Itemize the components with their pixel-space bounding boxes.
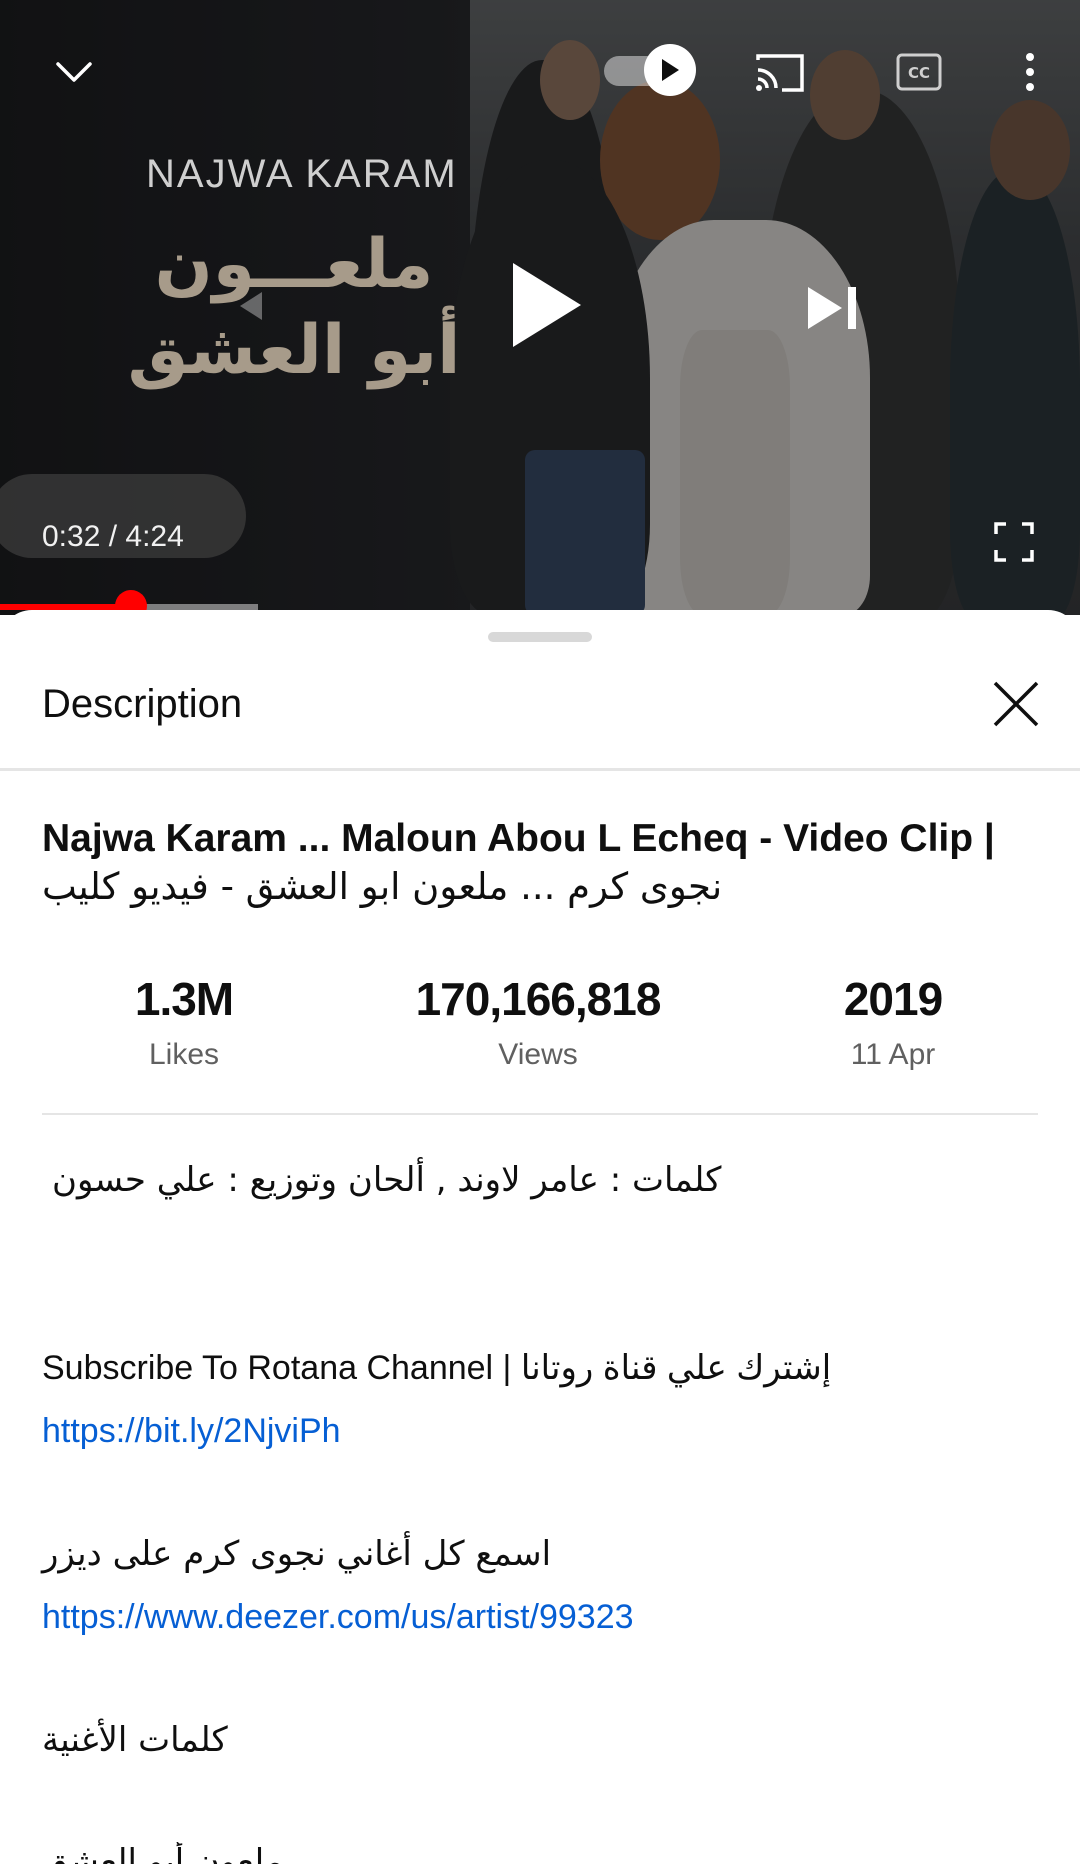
video-player[interactable]: NAJWA KARAM ملعـــون أبو العشق CC 0:32 /… [0,0,1080,615]
stat-value: 2019 [843,973,943,1025]
stat-label: 11 Apr [850,1038,936,1071]
stats-divider [42,1113,1038,1115]
description-credits: كلمات : عامر لاوند , ألحان وتوزيع : علي … [52,1160,722,1200]
skip-next-icon[interactable] [800,280,866,336]
stat-value: 170,166,818 [415,973,662,1025]
previous-hint-icon [230,286,270,326]
video-overlay-title: ملعـــون أبو العشق [104,222,484,394]
video-overlay-title-line2: أبو العشق [127,311,461,390]
close-icon[interactable] [990,678,1042,730]
cast-icon[interactable] [748,44,812,100]
video-title-arabic: نجوى كرم ... ملعون ابو العشق - فيديو كلي… [42,865,723,908]
stat-views: 170,166,818 Views [388,972,688,1072]
subscribe-link[interactable]: https://bit.ly/2NjviPh [42,1412,341,1451]
svg-text:CC: CC [908,64,930,82]
lyrics-heading: كلمات الأغنية [42,1720,228,1760]
description-subscribe-text: Subscribe To Rotana Channel | إشترك علي … [42,1349,832,1387]
closed-captions-icon[interactable]: CC [890,46,948,98]
autoplay-toggle-icon [644,44,696,96]
time-display: 0:32 / 4:24 [42,520,184,553]
stat-value: 1.3M [134,973,234,1025]
stat-likes: 1.3M Likes [34,972,334,1072]
drag-handle[interactable] [488,632,592,642]
lyrics-first-line: ملعون أبو العشق [42,1842,284,1864]
chevron-down-icon[interactable] [46,44,102,100]
play-icon[interactable] [500,250,590,360]
stat-label: Likes [148,1038,220,1071]
description-deezer-text: اسمع كل أغاني نجوى كرم على ديزر [42,1534,552,1574]
deezer-link[interactable]: https://www.deezer.com/us/artist/99323 [42,1598,634,1637]
header-divider [0,768,1080,771]
panel-title: Description [42,682,243,726]
description-panel: Description Najwa Karam ... Maloun Abou … [0,610,1080,1868]
more-vert-icon[interactable] [1010,44,1050,100]
autoplay-toggle[interactable] [600,44,698,96]
stat-label: Views [498,1038,578,1071]
video-overlay-title-line1: ملعـــون [154,225,434,304]
fullscreen-icon[interactable] [990,518,1038,566]
video-title: Najwa Karam ... Maloun Abou L Echeq - Vi… [42,817,995,860]
video-brand-text: NAJWA KARAM [146,152,458,196]
stat-date: 2019 11 Apr [743,972,1043,1072]
